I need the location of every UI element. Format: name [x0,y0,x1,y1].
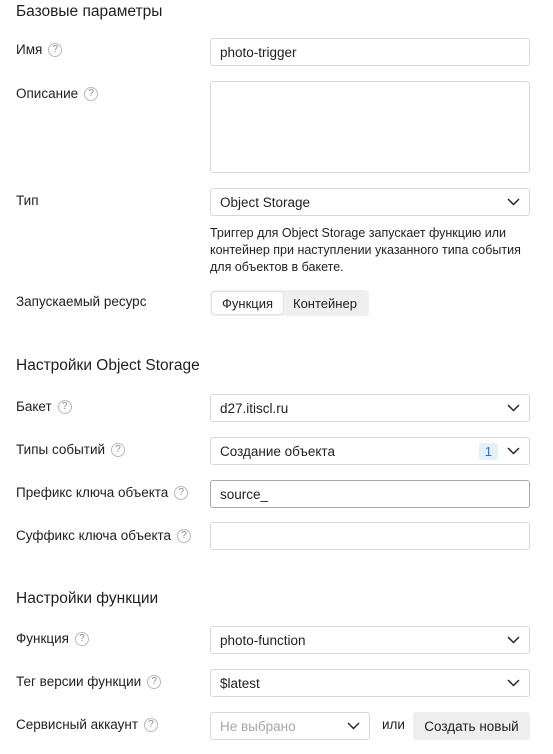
prefix-input[interactable]: source_ [210,480,530,508]
section-title-storage: Настройки Object Storage [16,357,200,374]
description-label: Описание ? [16,86,99,101]
service-account-label-text: Сервисный аккаунт [16,717,139,732]
chevron-down-icon [506,676,520,690]
function-select[interactable]: photo-function [210,626,530,654]
event-types-label: Типы событий ? [16,442,126,457]
name-input-value: photo-trigger [220,44,297,60]
resource-tabs: Функция Контейнер [210,290,369,316]
service-account-select[interactable]: Не выбрано [210,712,370,740]
service-account-label: Сервисный аккаунт ? [16,717,159,732]
event-types-select-value: Создание объекта [220,443,335,459]
service-account-placeholder: Не выбрано [220,718,296,734]
chevron-down-icon [346,719,360,733]
help-icon[interactable]: ? [111,442,126,457]
section-title-function: Настройки функции [16,590,159,607]
or-text: или [382,717,405,732]
section-title-basic: Базовые параметры [16,3,163,20]
chevron-down-icon [506,401,520,415]
tab-container[interactable]: Контейнер [283,292,367,314]
event-types-label-text: Типы событий [16,442,106,457]
function-label-text: Функция [16,631,69,646]
suffix-label: Суффикс ключа объекта ? [16,528,192,543]
help-icon[interactable]: ? [147,674,162,689]
resource-label-text: Запускаемый ресурс [16,294,147,309]
function-label: Функция ? [16,631,89,646]
suffix-label-text: Суффикс ключа объекта [16,528,172,543]
prefix-label: Префикс ключа объекта ? [16,485,189,500]
prefix-label-text: Префикс ключа объекта [16,485,169,500]
create-service-account-button[interactable]: Создать новый [413,712,530,740]
chevron-down-icon [506,195,520,209]
prefix-input-value: source_ [220,486,269,502]
description-label-text: Описание [16,86,79,101]
type-select-value: Object Storage [220,194,311,210]
type-select[interactable]: Object Storage [210,188,530,216]
description-textarea[interactable] [210,81,530,173]
version-tag-select[interactable]: $latest [210,669,530,697]
chevron-down-icon [506,633,520,647]
chevron-down-icon [506,444,520,458]
bucket-select[interactable]: d27.itiscl.ru [210,394,530,422]
name-label: Имя ? [16,42,63,57]
help-icon[interactable]: ? [48,42,63,57]
help-icon[interactable]: ? [174,485,189,500]
name-input[interactable]: photo-trigger [210,38,530,66]
version-tag-label: Тег версии функции ? [16,674,162,689]
bucket-select-value: d27.itiscl.ru [220,400,289,416]
name-label-text: Имя [16,42,43,57]
tab-function[interactable]: Функция [212,292,283,314]
bucket-label: Бакет ? [16,399,72,414]
bucket-label-text: Бакет [16,399,52,414]
help-icon[interactable]: ? [84,86,99,101]
help-icon[interactable]: ? [177,528,192,543]
selected-count-badge: 1 [478,442,498,460]
resource-label: Запускаемый ресурс [16,294,146,309]
version-tag-select-value: $latest [220,675,260,691]
type-label: Тип [16,193,39,208]
suffix-input[interactable] [210,522,530,550]
event-types-select[interactable]: Создание объекта 1 [210,437,530,465]
function-select-value: photo-function [220,632,306,648]
type-hint: Триггер для Object Storage запускает фун… [210,226,521,274]
help-icon[interactable]: ? [144,717,159,732]
help-icon[interactable]: ? [74,631,89,646]
help-icon[interactable]: ? [57,399,72,414]
type-label-text: Тип [16,193,39,208]
version-tag-label-text: Тег версии функции [16,674,142,689]
